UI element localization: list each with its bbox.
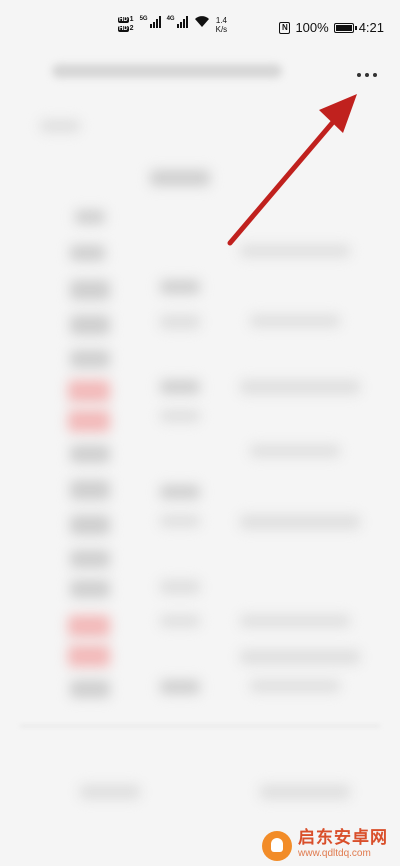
network-gen-label: 4G [166,16,175,22]
blurred-block [160,580,200,594]
nfc-icon: N [279,21,291,34]
blurred-block [250,445,340,457]
blurred-block [160,380,200,394]
battery-percent: 100% [295,20,329,35]
blurred-block [260,785,350,799]
blurred-block [68,615,110,637]
status-right-cluster: N 100% 4:21 [279,20,384,35]
watermark: 启东安卓网 www.qdltdq.com [262,828,388,862]
watermark-url: www.qdltdq.com [298,848,371,859]
hd-indicators: HD 1 HD 2 [118,16,134,32]
wifi-icon [194,16,209,27]
blurred-block [70,680,110,698]
blurred-divider [20,725,380,727]
hd-icon: HD 2 [118,25,134,32]
blurred-title [52,64,282,78]
blurred-block [240,380,360,394]
blurred-block [80,785,140,799]
blurred-block [68,380,110,402]
blurred-block [70,515,110,535]
blurred-block [160,315,200,329]
blurred-block [240,515,360,529]
blurred-block [68,645,110,667]
watermark-logo [262,831,292,861]
speed-value: 1.4 [215,16,227,25]
blurred-block [70,280,110,300]
blurred-block [250,315,340,327]
blurred-block [240,245,350,257]
network-speed: 1.4 K/s [216,16,228,34]
signal-icon: 5G [140,16,161,28]
blurred-block [160,615,200,627]
blurred-block [150,170,210,186]
blurred-block [70,480,110,500]
signal-icon: 4G [167,16,188,28]
clock: 4:21 [358,20,384,35]
app-header: more-horizontal-icon [0,54,400,100]
watermark-title: 启东安卓网 [298,828,388,847]
blurred-block [250,680,340,692]
hd-icon: HD 1 [118,16,134,23]
battery-icon [333,22,357,33]
blurred-block [160,410,200,422]
status-left-cluster: HD 1 HD 2 5G 4G 1.4 K/s [118,16,227,34]
blurred-content [0,100,400,866]
blurred-block [70,445,110,463]
blurred-block [70,350,110,368]
speed-unit: K/s [215,25,228,34]
blurred-block [40,120,80,132]
status-bar: HD 1 HD 2 5G 4G 1.4 K/s N 100% 4:21 [0,0,400,60]
blurred-block [160,485,200,499]
network-gen-label: 5G [139,16,148,22]
more-options-button[interactable]: more-horizontal-icon [352,65,382,85]
more-horizontal-icon [357,73,361,77]
blurred-block [160,280,200,294]
blurred-block [70,315,110,335]
blurred-block [70,245,105,261]
blurred-block [160,515,200,527]
blurred-block [70,580,110,598]
blurred-block [240,615,350,627]
blurred-block [240,650,360,664]
blurred-block [68,410,110,432]
blurred-block [75,210,105,224]
blurred-block [160,680,200,694]
blurred-block [70,550,110,568]
